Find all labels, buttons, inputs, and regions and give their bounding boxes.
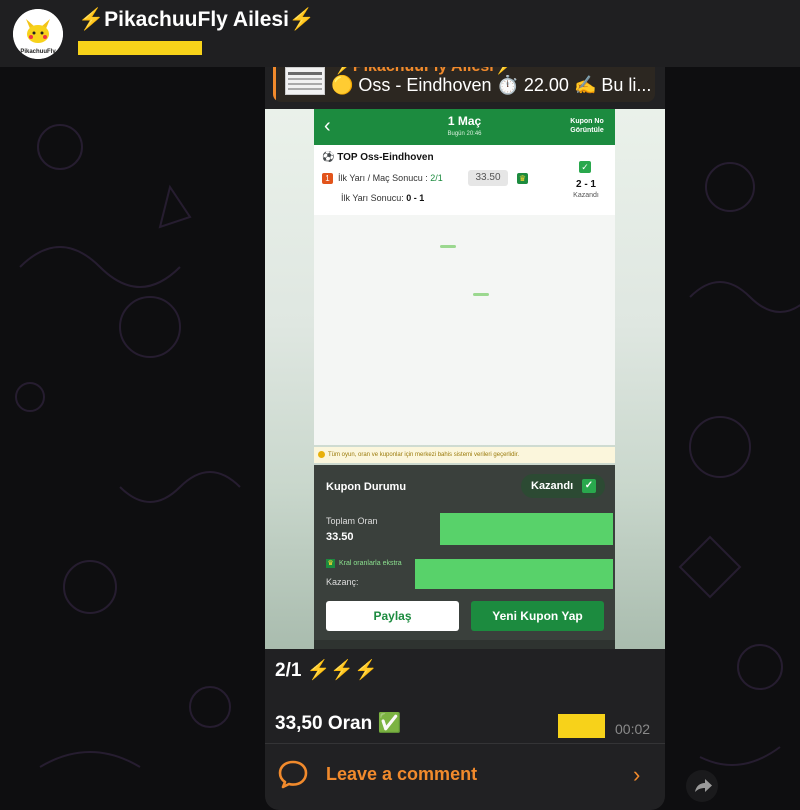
pikachu-logo-icon: PikachuuFly [13, 9, 63, 59]
redacted-block [440, 513, 613, 545]
match-row: ⚽ TOP Oss-Eindhoven 1 İlk Yarı / Maç Son… [314, 145, 615, 215]
total-odds-value: 33.50 [326, 531, 354, 543]
message-line-2: 33,50 Oran ✅ [275, 713, 402, 734]
channel-title[interactable]: ⚡️PikachuuFly Ailesi⚡️ [78, 8, 315, 32]
coupon-status-value: Kazandı [531, 480, 574, 492]
halftime-line: İlk Yarı Sonucu: 0 - 1 [341, 193, 424, 203]
crown-icon: ♛ [517, 173, 528, 184]
message-time: 00:02 [615, 721, 651, 737]
odds-box: 33.50 [468, 170, 508, 186]
total-odds-label: Toplam Oran [326, 516, 378, 526]
redacted-block [415, 559, 613, 589]
phone-top-bar: ‹ 1 Maç Bugün 20:46 Kupon No Görüntüle [314, 109, 615, 145]
reply-preview[interactable]: ⚡️PikachuuFly Ailesi⚡️ 🟡 Oss - Eindhoven… [273, 67, 655, 102]
chevron-right-icon: › [633, 762, 641, 787]
comment-bubble-icon [278, 760, 308, 789]
info-warning: Tüm oyun, oran ve kuponlar için merkezi … [314, 447, 615, 463]
loading-dash [473, 293, 489, 296]
halftime-label: İlk Yarı Sonucu: [341, 193, 404, 203]
bet-number-badge: 1 [322, 173, 333, 184]
crown-icon: ♛ [326, 559, 335, 568]
coupon-panel: Kupon Durumu Kazandı ✓ Toplam Oran 33.50… [314, 465, 615, 640]
bet-line: İlk Yarı / Maç Sonucu : 2/1 [338, 173, 443, 183]
bet-label: İlk Yarı / Maç Sonucu : [338, 173, 428, 183]
warning-text: Tüm oyun, oran ve kuponlar için merkezi … [328, 452, 520, 458]
table-thumbnail-icon [288, 72, 322, 90]
match-name: ⚽ TOP Oss-Eindhoven [322, 152, 434, 163]
channel-avatar[interactable]: PikachuuFly [13, 9, 63, 59]
avatar-text: PikachuuFly [20, 49, 56, 55]
kupon-no-button: Kupon No Görüntüle [570, 118, 604, 134]
coupon-screenshot[interactable]: ‹ 1 Maç Bugün 20:46 Kupon No Görüntüle ⚽… [265, 109, 665, 649]
bet-pick: 2/1 [430, 173, 443, 183]
check-icon: ✓ [579, 161, 591, 173]
check-icon: ✓ [582, 479, 596, 493]
share-forward-icon[interactable] [686, 770, 718, 802]
win-label: Kazanç: [326, 577, 359, 587]
chat-header: PikachuuFly ⚡️PikachuuFly Ailesi⚡️ [0, 0, 800, 67]
halftime-score: 0 - 1 [406, 193, 425, 203]
coupon-status-label: Kupon Durumu [326, 481, 407, 493]
empty-area [314, 215, 615, 445]
message-line-1: 2/1 ⚡⚡⚡ [275, 660, 378, 681]
reply-text: 🟡 Oss - Eindhoven ⏱️ 22.00 ✍️ Bu li... [331, 75, 652, 95]
result-score: 2 - 1 [575, 179, 596, 190]
redacted-subscriber-count [78, 41, 202, 55]
reply-accent-line [273, 67, 276, 102]
leave-comment-label: Leave a comment [326, 764, 478, 784]
leave-comment-button[interactable]: Leave a comment › [265, 744, 665, 810]
loading-dash [440, 245, 456, 248]
kral-note: ♛ Kral oranlarla ekstra [326, 559, 402, 568]
message-card[interactable]: ⚡️PikachuuFly Ailesi⚡️ 🟡 Oss - Eindhoven… [265, 67, 665, 810]
coupon-status-pill: Kazandı ✓ [521, 474, 605, 498]
new-coupon-button: Yeni Kupon Yap [471, 601, 604, 631]
reply-thumbnail [285, 67, 325, 95]
result-status: Kazandı [573, 192, 599, 199]
share-button: Paylaş [326, 601, 459, 631]
panel-bottom [314, 640, 615, 649]
info-icon [318, 450, 325, 458]
kral-text: Kral oranlarla ekstra [339, 560, 402, 567]
redacted-views [558, 714, 605, 738]
